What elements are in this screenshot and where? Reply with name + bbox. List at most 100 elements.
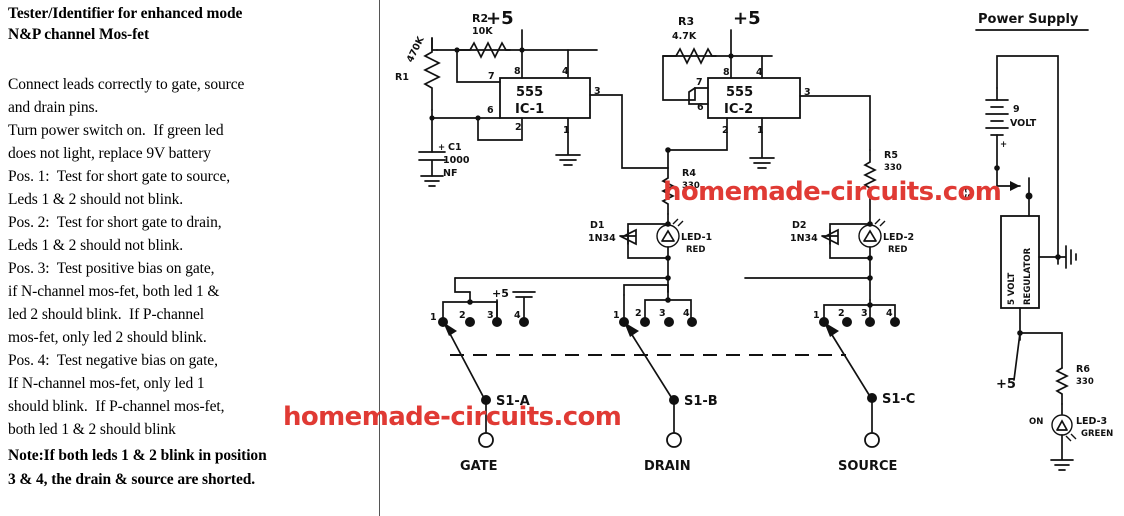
led2-triangle: [863, 229, 877, 242]
ic1-pin2-label: 2: [515, 122, 522, 133]
r5-value: 330: [884, 163, 902, 173]
ic1-output-wire: [589, 94, 669, 169]
switch-s1a-group[interactable]: 1 2 3 4 +5 S1-A GATE: [430, 287, 536, 474]
battery-voltage-unit: VOLT: [1010, 118, 1037, 129]
power-supply-heading: Power Supply: [978, 12, 1079, 27]
ic2-pin4-label: 4: [756, 67, 763, 78]
c1-unit: NF: [443, 168, 457, 179]
regulator-label-line1: 5 VOLT: [1007, 272, 1017, 305]
s1a-pos-1-label: 1: [430, 312, 437, 323]
led3-emission-arrows: [1065, 433, 1077, 442]
c1-symbol: [418, 151, 446, 177]
s1a-contact1-wire: [442, 291, 471, 319]
s1a-plus5-label: +5: [492, 287, 509, 300]
r3-value: 4.7K: [672, 31, 697, 42]
r6-ref: R6: [1076, 364, 1090, 375]
bus-to-gate-col: [454, 277, 471, 293]
s2-arrowhead: [1010, 181, 1020, 191]
led2-envelope: [858, 224, 882, 248]
led1-triangle: [661, 229, 675, 242]
s1a-pos-3-label: 3: [487, 310, 494, 321]
battery-symbol: [985, 99, 1009, 136]
switch-s1c-group[interactable]: 1 2 3 4 S1-C SOURCE: [813, 299, 915, 474]
s1b-pos-2-label: 2: [635, 308, 642, 319]
ic2-body: [707, 77, 801, 119]
s1b-wiper-arrowhead: [624, 322, 639, 337]
ic1-ground-symbol: [555, 117, 581, 166]
s1b-wiper-label: S1-B: [684, 394, 718, 409]
switch-s1b-group[interactable]: 1 2 3 4 S1-B DRAIN: [613, 284, 718, 474]
source-terminal-post[interactable]: [864, 432, 880, 448]
s1c-pos-1-label: 1: [813, 310, 820, 321]
ic2-designator: IC-2: [724, 102, 753, 117]
gate-terminal-label: GATE: [460, 459, 497, 474]
c1-ground-symbol: [420, 175, 444, 187]
battery-loop-wire: [996, 55, 1059, 265]
s1c-wiper-arrowhead: [824, 322, 839, 337]
ic2-pin7-label: 7: [696, 77, 703, 88]
d1-symbol: [619, 228, 637, 246]
ic2-output-wire: [799, 95, 871, 151]
r1-top-wire: [431, 37, 438, 51]
power-ground-symbol: [1059, 245, 1077, 269]
ic1-pin8-label: 8: [514, 66, 521, 77]
s1a-pos-2-label: 2: [459, 310, 466, 321]
ic2-pin6-label: 6: [697, 102, 704, 113]
led3-ref: LED-3: [1076, 416, 1107, 427]
s1a-wiper-arm: [447, 329, 486, 401]
led3-envelope: [1051, 414, 1073, 436]
gate-terminal-post[interactable]: [478, 432, 494, 448]
plus5-tick: [1013, 332, 1021, 381]
s1b-apex-node: [665, 297, 671, 303]
s1a-contact-2[interactable]: [465, 317, 475, 327]
drain-terminal-label: DRAIN: [644, 459, 691, 474]
led2-emission-arrows: [874, 218, 886, 227]
ic1-designator: IC-1: [515, 102, 544, 117]
led2-color: RED: [888, 245, 907, 255]
s1b-pos-3-label: 3: [659, 308, 666, 319]
d2-value: 1N34: [790, 233, 818, 244]
ic1-pin6-label: 6: [487, 105, 494, 116]
s1c-pos-3-label: 3: [861, 308, 868, 319]
c1-value: 1000: [443, 155, 470, 166]
power-supply-group: Power Supply 9 VOLT + S2 5 VOLT REGULATO…: [964, 12, 1113, 471]
d1-ref: D1: [590, 220, 605, 231]
s1c-wiper-arm: [828, 329, 872, 399]
d2-symbol: [821, 228, 839, 246]
switch-bus: [454, 275, 873, 293]
r6-feed-wire: [1019, 332, 1063, 369]
s1c-wiper-label: S1-C: [882, 392, 915, 407]
led3-on-label: ON: [1029, 417, 1043, 427]
s1b-pos-4-label: 4: [683, 308, 690, 319]
d1-value: 1N34: [588, 233, 616, 244]
ic2-chip-label: 555: [726, 85, 753, 100]
ic2-pin8-label: 8: [723, 67, 730, 78]
ic1-group: 555 IC-1 +5 8 4 R2 10K 7 470K R1 6 2 + C…: [395, 8, 669, 187]
battery-voltage-value: 9: [1013, 104, 1020, 115]
s1b-wiper-arm: [628, 329, 674, 401]
watermark-top: homemade-circuits.com: [663, 177, 1002, 207]
s1c-pos-4-label: 4: [886, 308, 893, 319]
ic1-body: [499, 77, 591, 119]
led2-ref: LED-2: [883, 232, 914, 243]
led3-color: GREEN: [1081, 429, 1113, 439]
power-supply-plus5-label: +5: [996, 377, 1016, 392]
led1-envelope: [656, 224, 680, 248]
drain-terminal-post[interactable]: [666, 432, 682, 448]
r3-ref: R3: [678, 15, 694, 28]
regulator-label-line2: REGULATOR: [1023, 247, 1033, 305]
ic2-group: 555 IC-2 +5 R3 4.7K 8 4 7 6 2 1 3: [662, 8, 871, 169]
led1-ref: LED-1: [681, 232, 712, 243]
c1-ref: C1: [448, 142, 462, 153]
bus-source-node: [867, 275, 873, 281]
c1-polarity: +: [438, 143, 445, 153]
s1b-contact2-wire: [623, 284, 669, 296]
r1-value: 470K: [405, 34, 427, 64]
battery-polarity: +: [1000, 140, 1007, 150]
s1b-pos-1-label: 1: [613, 310, 620, 321]
led1-color: RED: [686, 245, 705, 255]
r2-ref: R2: [472, 12, 488, 25]
r6-symbol: [1055, 367, 1069, 405]
ic1-pin7-label: 7: [488, 71, 495, 82]
r2-value: 10K: [472, 26, 493, 37]
